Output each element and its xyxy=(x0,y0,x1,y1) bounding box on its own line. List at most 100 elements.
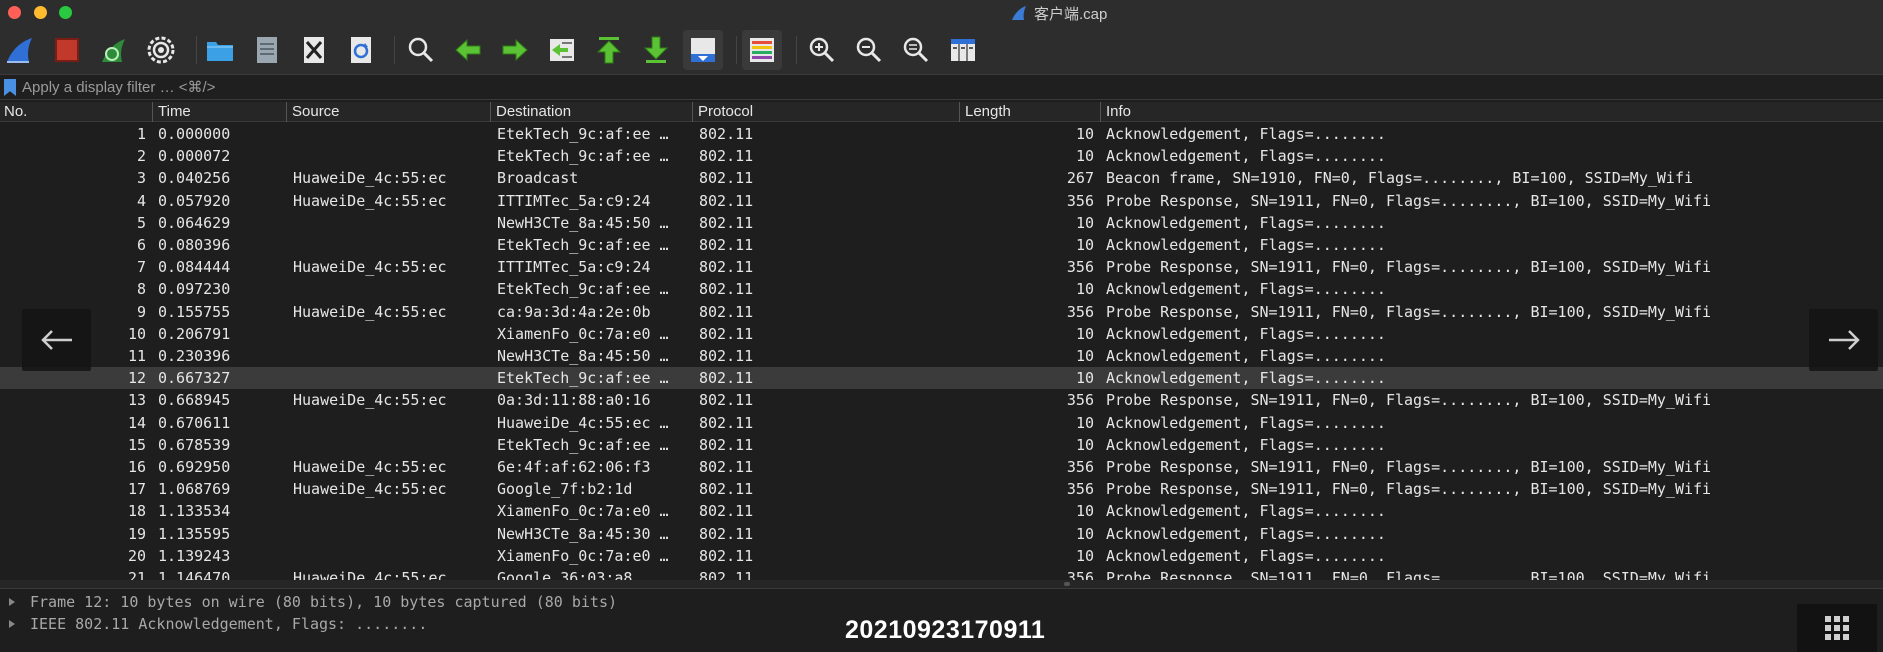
expand-triangle-icon[interactable] xyxy=(9,598,15,606)
normal-size-button[interactable] xyxy=(896,30,936,70)
zoom-in-button[interactable] xyxy=(802,30,842,70)
detail-row-frame[interactable]: Frame 12: 10 bytes on wire (80 bits), 10… xyxy=(0,591,1000,613)
packet-protocol: 802.11 xyxy=(699,546,754,565)
close-file-button[interactable] xyxy=(294,30,334,70)
packet-time: 1.139243 xyxy=(158,546,231,565)
packet-row[interactable]: 7 0.084444 HuaweiDe_4c:55:ec ITTIMTec_5a:c9… xyxy=(0,256,1883,278)
packet-row[interactable]: 15 0.678539 EtekTech_9c:af:ee … 802.11 10 Ack… xyxy=(0,434,1883,456)
packet-source: HuaweiDe_4c:55:ec xyxy=(293,458,447,476)
colorize-button[interactable] xyxy=(742,30,782,70)
reload-file-button[interactable] xyxy=(341,30,381,70)
display-filter-input[interactable] xyxy=(22,77,1872,98)
bookmark-icon[interactable] xyxy=(4,79,16,96)
colorize-icon xyxy=(750,38,774,62)
packet-no: 4 xyxy=(136,191,146,210)
packet-time: 0.000072 xyxy=(158,147,231,166)
go-to-packet-button[interactable] xyxy=(542,30,582,70)
packet-source: HuaweiDe_4c:55:ec xyxy=(293,302,447,321)
packet-row-selected[interactable]: 12 0.667327 EtekTech_9c:af:ee … 802.11 10 Ack… xyxy=(0,367,1883,390)
timestamp-watermark: 20210923170911 xyxy=(845,616,1046,644)
packet-row[interactable]: 13 0.668945 HuaweiDe_4c:55:ec 0a:3d:11:88:a… xyxy=(0,389,1883,411)
previous-image-button[interactable] xyxy=(22,309,91,371)
start-capture-button[interactable] xyxy=(0,30,40,70)
packet-length: 10 xyxy=(1075,324,1094,343)
column-header-time[interactable]: Time xyxy=(154,102,287,122)
save-file-button[interactable] xyxy=(247,30,287,70)
packet-row[interactable]: 3 0.040256 HuaweiDe_4c:55:ec Broadcast 802.1… xyxy=(0,167,1883,189)
document-icon xyxy=(257,37,277,63)
go-forward-button[interactable] xyxy=(495,30,535,70)
packet-length: 356 xyxy=(1066,258,1094,277)
packet-row[interactable]: 18 1.133534 XiamenFo_0c:7a:e0 … 802.11 10 Ack… xyxy=(0,500,1883,522)
packet-row[interactable]: 4 0.057920 HuaweiDe_4c:55:ec ITTIMTec_5a:c9… xyxy=(0,190,1883,212)
packet-row[interactable]: 17 1.068769 HuaweiDe_4c:55:ec Google_7f:b2:… xyxy=(0,478,1883,500)
packet-info: Acknowledgement, Flags=........ xyxy=(1106,347,1386,365)
packet-protocol: 802.11 xyxy=(699,324,754,343)
packet-row[interactable]: 9 0.155755 HuaweiDe_4c:55:ec ca:9a:3d:4a:2e… xyxy=(0,301,1883,323)
packet-no: 8 xyxy=(136,280,146,299)
packet-row[interactable]: 2 0.000072 EtekTech_9c:af:ee … 802.11 10 Ackn… xyxy=(0,145,1883,167)
packet-list[interactable]: 1 0.000000 EtekTech_9c:af:ee … 802.11 10 Ackn… xyxy=(0,123,1883,580)
packet-destination: NewH3CTe_8a:45:30 … xyxy=(497,524,669,543)
autoscroll-button[interactable] xyxy=(683,30,723,70)
stop-capture-button[interactable] xyxy=(47,30,87,70)
zoom-window-button[interactable] xyxy=(59,6,72,19)
packet-protocol: 802.11 xyxy=(699,391,754,410)
packet-info: Acknowledgement, Flags=........ xyxy=(1106,369,1386,388)
packet-row[interactable]: 16 0.692950 HuaweiDe_4c:55:ec 6e:4f:af:62:0… xyxy=(0,456,1883,478)
packet-row[interactable]: 5 0.064629 NewH3CTe_8a:45:50 … 802.11 10 Ackn… xyxy=(0,212,1883,234)
column-header-no[interactable]: No. xyxy=(0,102,153,122)
grid-view-button[interactable] xyxy=(1797,604,1877,652)
packet-row[interactable]: 20 1.139243 XiamenFo_0c:7a:e0 … 802.11 10 Ack… xyxy=(0,545,1883,567)
shark-fin-icon xyxy=(7,38,32,63)
zoom-out-button[interactable] xyxy=(849,30,889,70)
horizontal-scrollbar[interactable] xyxy=(0,580,1883,588)
resize-columns-button[interactable] xyxy=(943,30,983,70)
packet-row[interactable]: 11 0.230396 NewH3CTe_8a:45:50 … 802.11 10 Ack… xyxy=(0,345,1883,367)
packet-source: HuaweiDe_4c:55:ec xyxy=(293,258,447,277)
packet-destination: XiamenFo_0c:7a:e0 … xyxy=(497,502,669,521)
capture-options-button[interactable] xyxy=(141,30,181,70)
packet-info: Acknowledgement, Flags=........ xyxy=(1106,125,1386,143)
minimize-window-button[interactable] xyxy=(34,6,47,19)
packet-no: 21 xyxy=(127,569,146,580)
packet-row[interactable]: 21 1.146470 HuaweiDe_4c:55:ec Google_36:03:… xyxy=(0,567,1883,580)
packet-length: 10 xyxy=(1075,435,1094,454)
packet-source xyxy=(293,545,491,567)
packet-info: Probe Response, SN=1911, FN=0, Flags=...… xyxy=(1106,391,1712,410)
packet-time: 0.000000 xyxy=(158,125,231,143)
resize-columns-icon xyxy=(951,39,975,61)
packet-time: 1.133534 xyxy=(158,502,231,521)
expand-triangle-icon[interactable] xyxy=(9,620,15,628)
column-header-protocol[interactable]: Protocol xyxy=(694,102,960,122)
column-header-source[interactable]: Source xyxy=(288,102,491,122)
go-to-packet-icon xyxy=(550,39,574,61)
packet-row[interactable]: 19 1.135595 NewH3CTe_8a:45:30 … 802.11 10 Ack… xyxy=(0,523,1883,545)
packet-row[interactable]: 8 0.097230 EtekTech_9c:af:ee … 802.11 10 Ackn… xyxy=(0,278,1883,300)
packet-protocol: 802.11 xyxy=(699,347,754,365)
packet-row[interactable]: 6 0.080396 EtekTech_9c:af:ee … 802.11 10 Ackn… xyxy=(0,234,1883,256)
find-packet-button[interactable] xyxy=(401,30,441,70)
arrow-right-icon xyxy=(502,38,528,62)
open-file-button[interactable] xyxy=(200,30,240,70)
packet-time: 0.678539 xyxy=(158,435,231,454)
go-last-button[interactable] xyxy=(636,30,676,70)
go-first-button[interactable] xyxy=(589,30,629,70)
close-window-button[interactable] xyxy=(8,6,21,19)
packet-source: HuaweiDe_4c:55:ec xyxy=(293,191,447,210)
scrollbar-handle[interactable] xyxy=(1064,582,1070,586)
packet-source: HuaweiDe_4c:55:ec xyxy=(293,569,447,580)
packet-row[interactable]: 14 0.670611 HuaweiDe_4c:55:ec … 802.11 10 Ack… xyxy=(0,412,1883,434)
autoscroll-icon xyxy=(691,38,715,62)
packet-row[interactable]: 10 0.206791 XiamenFo_0c:7a:e0 … 802.11 10 Ack… xyxy=(0,323,1883,345)
go-back-button[interactable] xyxy=(448,30,488,70)
column-header-length[interactable]: Length xyxy=(961,102,1101,122)
restart-capture-button[interactable] xyxy=(94,30,134,70)
stop-icon xyxy=(55,38,79,62)
packet-row[interactable]: 1 0.000000 EtekTech_9c:af:ee … 802.11 10 Ackn… xyxy=(0,123,1883,145)
column-header-destination[interactable]: Destination xyxy=(492,102,693,122)
packet-source xyxy=(293,123,491,145)
packet-destination: ITTIMTec_5a:c9:24 xyxy=(497,191,651,210)
column-header-info[interactable]: Info xyxy=(1102,102,1883,122)
next-image-button[interactable] xyxy=(1809,309,1878,371)
